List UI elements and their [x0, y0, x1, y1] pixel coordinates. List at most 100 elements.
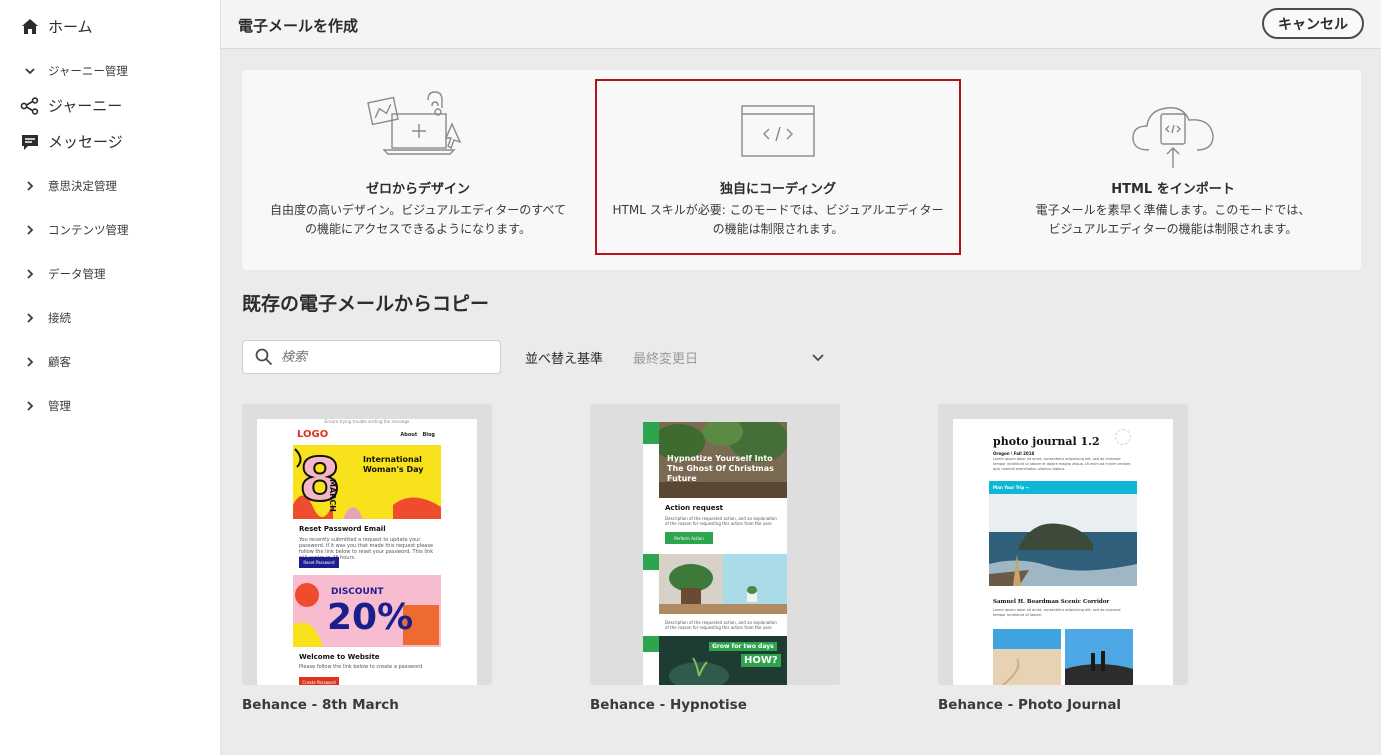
email-button: Reset Password	[299, 557, 339, 568]
email-hero: Hypnotize Yourself Into The Ghost Of Chr…	[659, 422, 787, 498]
option-title: HTML をインポート	[1111, 182, 1235, 197]
email-article-title: Samuel H. Boardman Scenic Corridor	[993, 599, 1110, 605]
email-preheader: Ensure trying trouble visiting the messa…	[324, 419, 410, 424]
sidebar-item-label: 意思決定管理	[48, 179, 117, 193]
email-promo-label: DISCOUNT	[331, 587, 384, 597]
email-section-body: Please follow the link below to create a…	[299, 664, 423, 670]
option-description: の機能にアクセスできるようになります。	[305, 222, 531, 236]
option-description: 自由度の高いデザイン。ビジュアルエディターのすべて	[270, 203, 566, 217]
email-photo	[993, 629, 1061, 685]
sidebar-item-journeys[interactable]: ジャーニー	[20, 95, 122, 116]
option-description: HTML スキルが必要: このモードでは、ビジュアルエディター	[612, 203, 944, 217]
image-icon	[643, 554, 659, 570]
email-image	[659, 554, 787, 614]
search-box	[242, 340, 501, 374]
email-bar: Plan Your Trip →	[989, 481, 1137, 494]
chevron-right-icon	[22, 220, 38, 240]
sidebar-item-connections[interactable]: 接続	[20, 308, 71, 328]
sidebar-item-label: ジャーニー	[48, 97, 123, 115]
journey-icon	[20, 96, 40, 116]
search-icon	[255, 348, 273, 366]
email-banner: Grow for two days HOW?	[659, 636, 787, 685]
email-promo: DISCOUNT 20%	[293, 575, 441, 647]
sidebar-item-administration[interactable]: 管理	[20, 396, 71, 416]
sidebar-item-label: ジャーニー管理	[48, 64, 128, 78]
chevron-right-icon	[22, 308, 38, 328]
email-banner-text: Grow for two days	[709, 642, 777, 651]
sidebar-item-home[interactable]: ホーム	[20, 16, 93, 37]
sidebar-item-label: 顧客	[48, 355, 71, 369]
sun-icon	[1115, 429, 1131, 445]
template-thumbnail: Hypnotize Yourself Into The Ghost Of Chr…	[643, 422, 787, 685]
home-icon	[20, 17, 40, 37]
cloud-upload-icon	[1131, 100, 1215, 174]
chevron-right-icon	[22, 396, 38, 416]
chevron-down-icon[interactable]	[811, 349, 825, 363]
design-canvas-icon	[366, 90, 470, 162]
template-name: Behance - Hypnotise	[590, 697, 747, 713]
page-title: 電子メールを作成	[238, 17, 359, 35]
option-title: ゼロからデザイン	[365, 182, 470, 197]
email-section-title: Reset Password Email	[299, 525, 386, 533]
sidebar-item-customers[interactable]: 顧客	[20, 352, 71, 372]
chevron-right-icon	[22, 352, 38, 372]
option-import-html[interactable]: HTML をインポート 電子メールを素早く準備します。このモードでは、 ビジュア…	[985, 70, 1361, 270]
email-masthead: photo journal 1.2	[993, 435, 1100, 448]
option-code-your-own[interactable]: 独自にコーディング HTML スキルが必要: このモードでは、ビジュアルエディタ…	[595, 79, 961, 255]
sidebar-item-label: データ管理	[48, 267, 106, 281]
chevron-right-icon	[22, 264, 38, 284]
email-logo: LOGO	[297, 429, 329, 440]
sidebar-item-label: コンテンツ管理	[48, 223, 129, 237]
template-thumbnail: Ensure trying trouble visiting the messa…	[257, 419, 477, 685]
cancel-button[interactable]: キャンセル	[1262, 8, 1364, 39]
email-nav-item: Blog	[422, 432, 435, 438]
copy-section-title: 既存の電子メールからコピー	[242, 293, 490, 315]
message-icon	[20, 132, 40, 152]
sidebar-item-label: 管理	[48, 399, 71, 413]
email-hero-vertical: MARCH	[328, 479, 337, 512]
sidebar-item-decision-management[interactable]: 意思決定管理	[20, 176, 117, 196]
expand-icon	[643, 422, 659, 444]
email-hero-photo	[989, 494, 1137, 586]
email-button: Create Password	[299, 677, 339, 685]
sidebar-item-data-management[interactable]: データ管理	[20, 264, 106, 284]
email-hero: 8 MARCH International Woman's Day	[293, 445, 441, 519]
option-design-from-scratch[interactable]: ゼロからデザイン 自由度の高いデザイン。ビジュアルエディターのすべて の機能にア…	[242, 70, 594, 270]
header-bar: 電子メールを作成 キャンセル	[221, 0, 1381, 49]
email-section-body: Description of the requested action, and…	[665, 516, 777, 526]
main-content: 電子メールを作成 キャンセル ゼロからデザイン 自由度の高いデザイン。ビジュアル…	[221, 0, 1381, 755]
sidebar-item-messages[interactable]: メッセージ	[20, 131, 123, 152]
option-description: 電子メールを素早く準備します。このモードでは、	[1035, 203, 1311, 217]
email-article-body: Lorem ipsum dolor sit amet, consectetur …	[993, 608, 1121, 617]
email-hero-text: Hypnotize Yourself Into The Ghost Of Chr…	[667, 454, 774, 483]
design-options-panel: ゼロからデザイン 自由度の高いデザイン。ビジュアルエディターのすべて の機能にア…	[242, 70, 1361, 270]
sidebar-item-label: メッセージ	[48, 133, 123, 151]
option-title: 独自にコーディング	[719, 182, 837, 197]
email-photo	[1065, 629, 1133, 685]
sidebar-item-label: 接続	[48, 311, 71, 325]
email-section-body: Description of the requested action, and…	[665, 620, 777, 630]
template-name: Behance - 8th March	[242, 697, 399, 713]
sidebar-item-label: ホーム	[48, 18, 93, 36]
sidebar: ホーム ジャーニー管理 ジャーニー メッセージ 意思決定管理 コンテンツ管理 デ…	[0, 0, 221, 755]
option-description: ビジュアルエディターの機能は制限されます。	[1048, 222, 1298, 236]
sidebar-item-content-management[interactable]: コンテンツ管理	[20, 220, 129, 240]
email-section-title: Welcome to Website	[299, 653, 380, 661]
option-description: の機能は制限されます。	[712, 222, 844, 236]
email-promo-value: 20%	[327, 597, 414, 638]
email-section-title: Action request	[665, 504, 723, 512]
sidebar-item-journey-management[interactable]: ジャーニー管理	[20, 61, 128, 81]
gear-icon	[643, 636, 659, 652]
sort-select[interactable]: 最終変更日	[633, 348, 698, 367]
template-name: Behance - Photo Journal	[938, 697, 1122, 713]
email-hero-text: International Woman's Day	[363, 455, 424, 474]
code-window-icon	[741, 105, 815, 161]
sort-label: 並べ替え基準	[525, 352, 604, 367]
email-banner-big: HOW?	[741, 654, 781, 667]
email-issue: Oregon \ Fall 2018	[993, 451, 1035, 456]
chevron-right-icon	[22, 176, 38, 196]
email-nav-item: About	[400, 432, 418, 438]
chevron-down-icon	[22, 61, 38, 81]
search-input[interactable]	[281, 349, 481, 365]
email-button: Perform Action	[665, 532, 713, 544]
